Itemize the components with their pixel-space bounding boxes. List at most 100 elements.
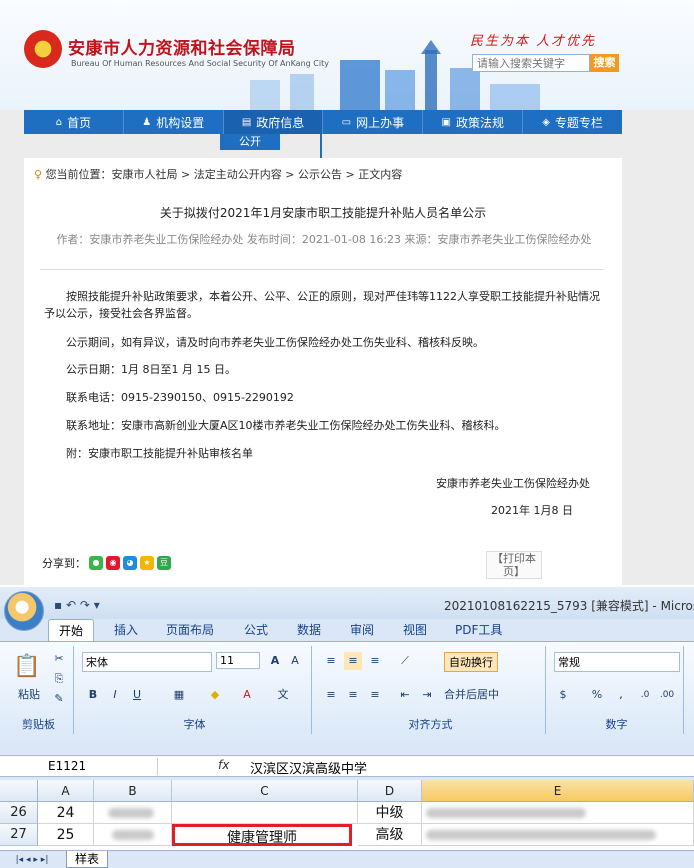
nav-label: 政策法规 [455, 115, 504, 130]
align-center-icon[interactable]: ≡ [344, 686, 362, 704]
customize-dropdown-icon[interactable]: ▾ [94, 598, 100, 612]
increase-indent-icon[interactable]: ⇥ [418, 686, 436, 704]
borders-icon[interactable]: ▦ [170, 686, 188, 704]
qzone-icon[interactable]: ★ [140, 556, 154, 570]
comma-style-icon[interactable]: , [612, 686, 630, 704]
ribbon-tabs: 开始 插入 页面布局 公式 数据 审阅 视图 PDF工具 [0, 619, 694, 641]
tab-page-layout[interactable]: 页面布局 [166, 621, 214, 638]
cell-d27[interactable]: 高级 [358, 824, 422, 846]
sheet-tab[interactable]: 样表 [66, 851, 109, 868]
format-painter-icon[interactable]: ✎ [50, 690, 68, 708]
formula-input[interactable]: 汉滨区汉滨高级中学 [250, 758, 367, 777]
breadcrumb-text[interactable]: 您当前位置：安康市人社局 > 法定主动公开内容 > 公示公告 > 正文内容 [46, 168, 403, 181]
qq-icon[interactable]: ◕ [123, 556, 137, 570]
percent-icon[interactable]: % [588, 686, 606, 704]
article-meta: 作者：安康市养老失业工伤保险经办处 发布时间：2021-01-08 16:23 … [56, 233, 592, 246]
tab-data[interactable]: 数据 [297, 621, 321, 638]
cell-c26[interactable] [172, 802, 358, 824]
number-format-select[interactable]: 常规 [554, 652, 680, 672]
tab-pdf-tools[interactable]: PDF工具 [455, 621, 502, 638]
nav-item-online[interactable]: ▭ 网上办事 [323, 110, 424, 134]
cut-icon[interactable]: ✂ [50, 650, 68, 668]
nav-label: 首页 [67, 115, 92, 130]
save-icon[interactable]: ▪ [54, 598, 62, 612]
increase-decimal-icon[interactable]: .0 [636, 686, 654, 704]
paste-icon[interactable]: 📋 [12, 652, 42, 682]
bold-icon[interactable]: B [84, 686, 102, 704]
accounting-format-icon[interactable]: $ [554, 686, 572, 704]
column-header-c[interactable]: C [172, 780, 358, 802]
align-middle-icon[interactable]: ≡ [344, 652, 362, 670]
column-header-a[interactable]: A [38, 780, 94, 802]
book-icon: ▣ [441, 116, 451, 128]
fx-icon[interactable]: fx [218, 758, 229, 772]
decrease-indent-icon[interactable]: ⇤ [396, 686, 414, 704]
nav-divider [320, 134, 322, 158]
search-button[interactable]: 搜索 [590, 54, 619, 72]
align-right-icon[interactable]: ≡ [366, 686, 384, 704]
article-paragraph: 公示期间，如有异议，请及时向市养老失业工伤保险经办处工伤失业科、稽核科反映。 [66, 336, 484, 349]
align-top-icon[interactable]: ≡ [322, 652, 340, 670]
tab-insert[interactable]: 插入 [114, 621, 138, 638]
redacted-text [426, 808, 586, 818]
cell-e26[interactable] [422, 802, 694, 824]
redo-icon[interactable]: ↷ [80, 598, 90, 612]
name-box[interactable]: E1121 [2, 758, 158, 775]
shrink-font-icon[interactable]: A [286, 652, 304, 670]
align-left-icon[interactable]: ≡ [322, 686, 340, 704]
cell-b27[interactable] [94, 824, 172, 846]
douban-icon[interactable]: 豆 [157, 556, 171, 570]
column-header-e[interactable]: E [422, 780, 694, 802]
search-input[interactable] [472, 54, 590, 72]
tab-review[interactable]: 审阅 [350, 621, 374, 638]
tab-view[interactable]: 视图 [403, 621, 427, 638]
decrease-decimal-icon[interactable]: .00 [658, 686, 676, 704]
font-name-select[interactable]: 宋体 [82, 652, 212, 672]
paste-label[interactable]: 粘贴 [14, 686, 44, 704]
grow-font-icon[interactable]: A [266, 652, 284, 670]
cell-c27-highlighted[interactable]: 健康管理师 [172, 824, 352, 846]
row-header-26[interactable]: 26 [0, 802, 38, 824]
fill-color-icon[interactable]: ◆ [206, 686, 224, 704]
weibo-icon[interactable]: ◉ [106, 556, 120, 570]
cell-a26[interactable]: 24 [38, 802, 94, 824]
row-header-27[interactable]: 27 [0, 824, 38, 846]
cell-b26[interactable] [94, 802, 172, 824]
wrap-text-button[interactable]: 自动换行 [444, 652, 498, 672]
align-bottom-icon[interactable]: ≡ [366, 652, 384, 670]
group-alignment: ≡ ≡ ≡ ⟋ 自动换行 ≡ ≡ ≡ ⇤ ⇥ 合并后居中 对齐方式 [316, 646, 546, 734]
italic-icon[interactable]: I [106, 686, 124, 704]
cell-e27[interactable] [422, 824, 694, 846]
wechat-icon[interactable]: ● [89, 556, 103, 570]
cell-d26[interactable]: 中级 [358, 802, 422, 824]
font-color-icon[interactable]: A [238, 686, 256, 704]
national-emblem-icon [24, 30, 62, 68]
article-paragraph[interactable]: 附：安康市职工技能提升补贴审核名单 [44, 445, 609, 462]
cell-a27[interactable]: 25 [38, 824, 94, 846]
quick-access-toolbar[interactable]: ▪ ↶ ↷ ▾ [54, 598, 100, 612]
nav-item-special[interactable]: ◈ 专题专栏 [523, 110, 622, 134]
nav-item-org[interactable]: ♟ 机构设置 [124, 110, 224, 134]
column-header-d[interactable]: D [358, 780, 422, 802]
merge-center-button[interactable]: 合并后居中 [444, 686, 534, 704]
phonetic-icon[interactable]: 文 [274, 686, 292, 704]
tab-home[interactable]: 开始 [48, 619, 95, 641]
monitor-icon: ▭ [341, 116, 352, 128]
sheet-navigation-icon[interactable]: |◂ ◂ ▸ ▸| [2, 851, 62, 868]
home-icon: ⌂ [55, 116, 63, 128]
nav-sub-item[interactable]: 公开 [220, 134, 280, 150]
underline-icon[interactable]: U [128, 686, 146, 704]
nav-item-home[interactable]: ⌂ 首页 [24, 110, 124, 134]
font-size-select[interactable]: 11 [216, 652, 260, 669]
copy-icon[interactable]: ⎘ [50, 670, 68, 688]
city-skyline-image [250, 40, 540, 110]
column-header-b[interactable]: B [94, 780, 172, 802]
tab-formulas[interactable]: 公式 [244, 621, 268, 638]
select-all-corner[interactable] [0, 780, 38, 802]
nav-item-gov-info[interactable]: ▤ 政府信息 [223, 110, 324, 134]
orientation-icon[interactable]: ⟋ [396, 652, 414, 670]
nav-item-policy[interactable]: ▣ 政策法规 [423, 110, 524, 134]
undo-icon[interactable]: ↶ [66, 598, 76, 612]
print-button[interactable]: 【打印本页】 [486, 551, 542, 579]
breadcrumb: ♀ 您当前位置：安康市人社局 > 法定主动公开内容 > 公示公告 > 正文内容 [34, 166, 402, 182]
